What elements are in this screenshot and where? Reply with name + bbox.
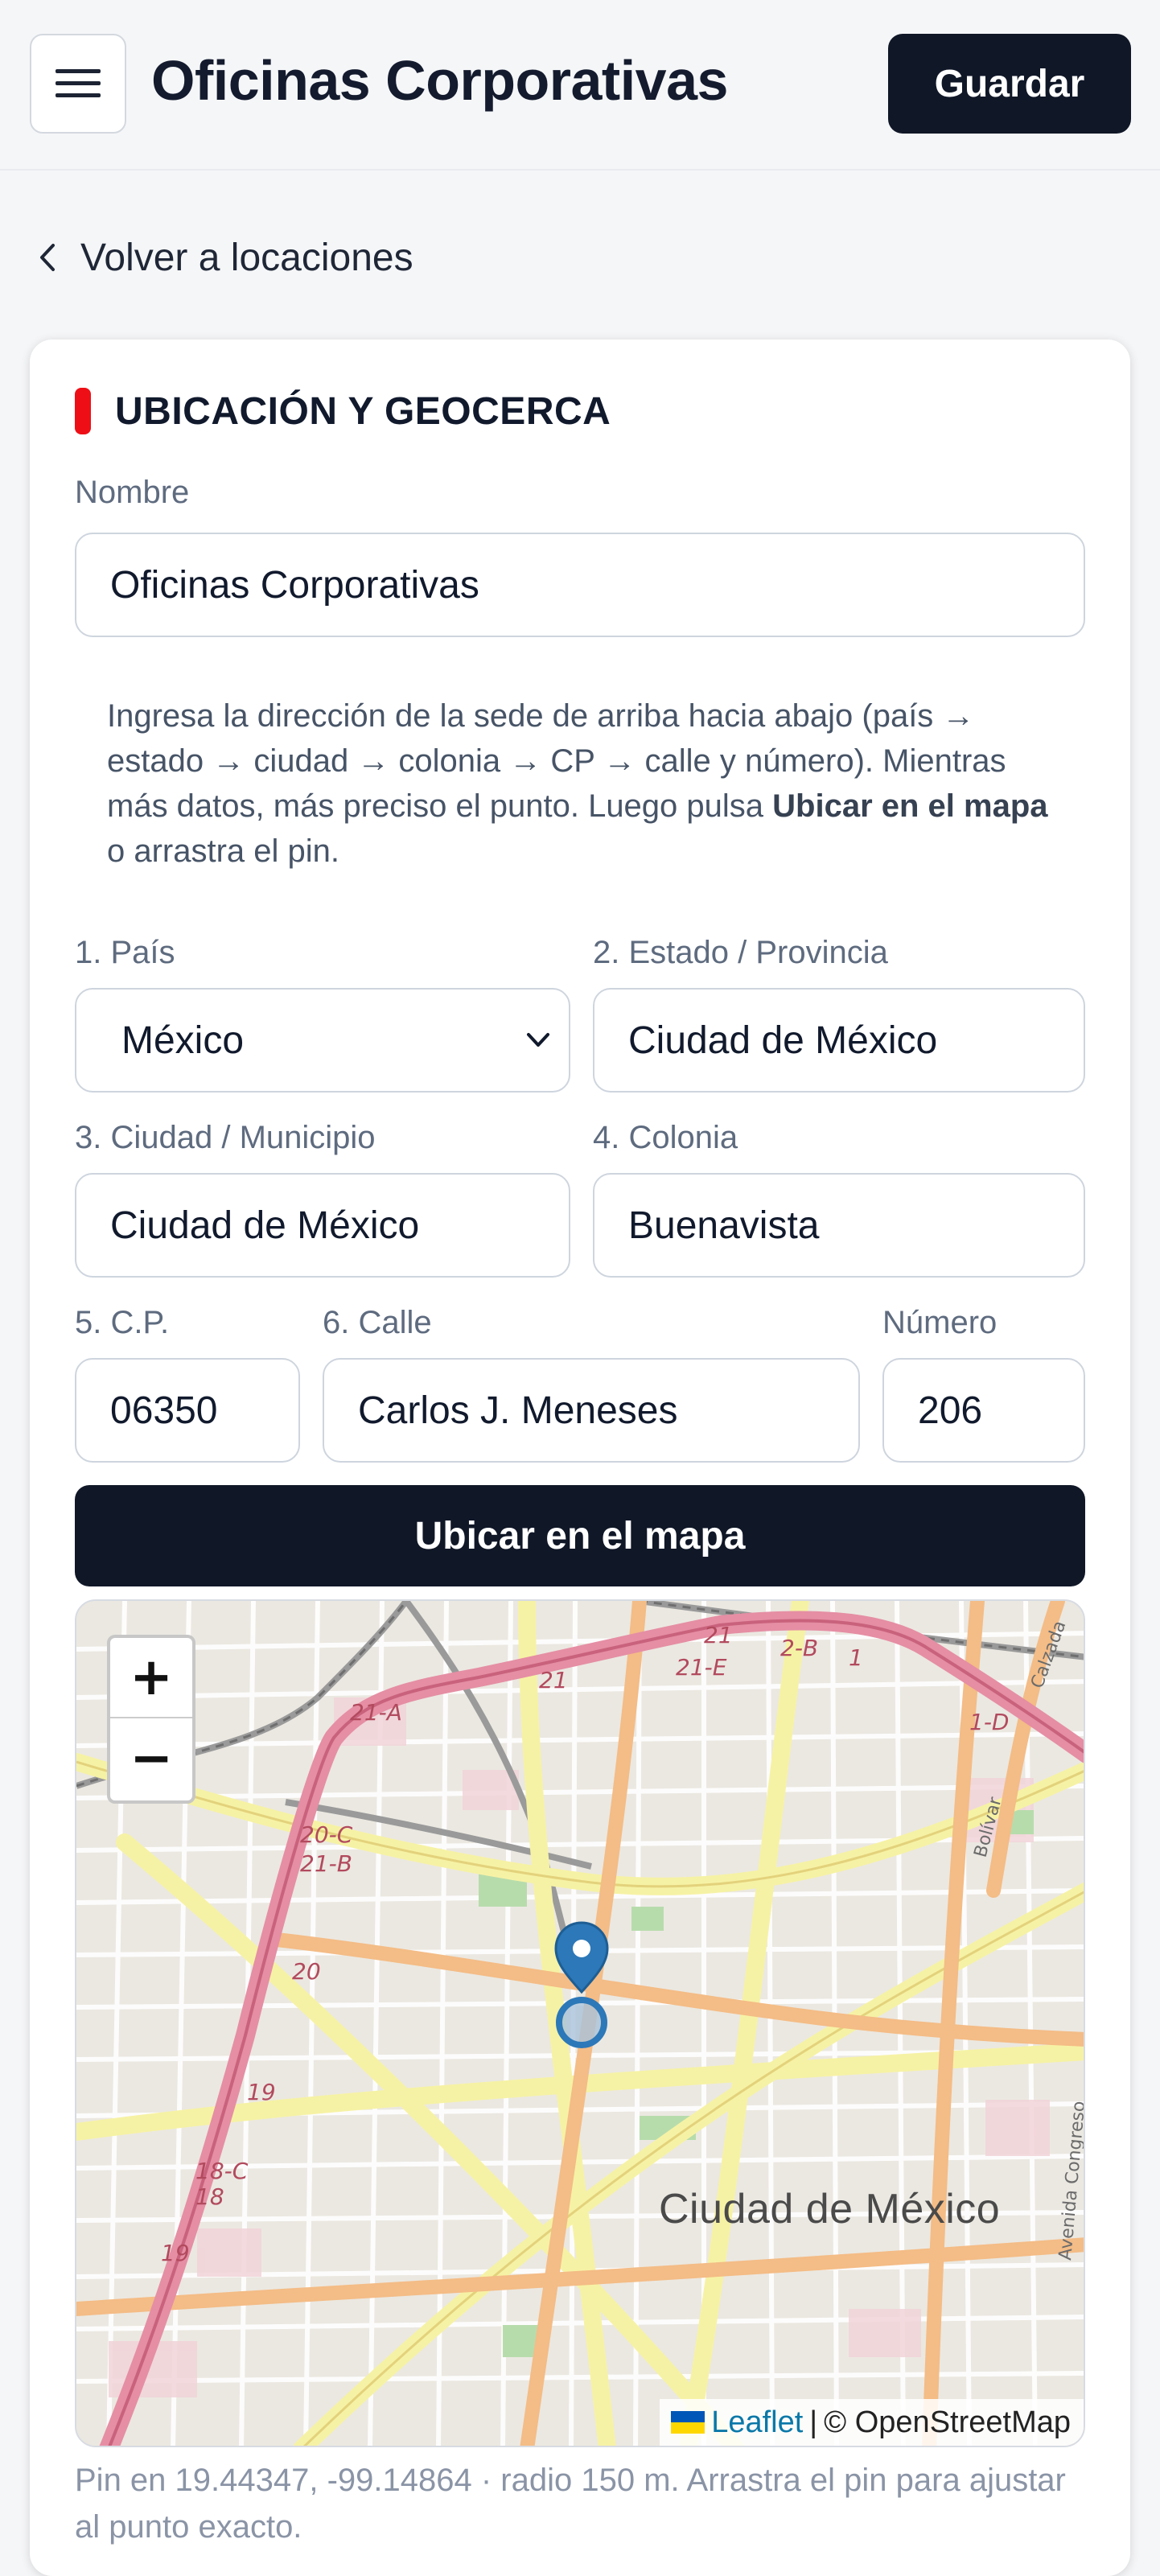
helper-text-bold: Ubicar en el mapa: [772, 788, 1048, 824]
road-label-18: 18: [195, 2183, 224, 2210]
colony-label: 4. Colonia: [593, 1120, 738, 1155]
menu-button[interactable]: [30, 34, 126, 134]
number-label: Número: [882, 1305, 998, 1340]
road-label-19-south: 19: [161, 2240, 190, 2266]
colony-input[interactable]: Buenavista: [593, 1173, 1085, 1278]
location-card: UBICACIÓN Y GEOCERCA Nombre Oficinas Cor…: [30, 339, 1130, 2576]
street-input[interactable]: Carlos J. Meneses: [323, 1358, 860, 1463]
helper-text-suffix: o arrastra el pin.: [107, 833, 340, 869]
road-label-1-d: 1-D: [969, 1709, 1009, 1735]
country-label: 1. País: [75, 935, 175, 970]
road-label-1: 1: [849, 1644, 863, 1671]
chevron-down-icon: [527, 1033, 549, 1047]
road-label-21-b-ring: 21: [539, 1667, 568, 1693]
map-city-label: Ciudad de México: [659, 2186, 1001, 2232]
hamburger-menu-icon: [56, 69, 101, 97]
state-label: 2. Estado / Provincia: [593, 935, 888, 970]
city-label: 3. Ciudad / Municipio: [75, 1120, 376, 1155]
road-label-21-a: 21-A: [350, 1699, 402, 1726]
chevron-left-icon: [40, 244, 55, 271]
map-view[interactable]: 21 21-E 2-B 1 21-A 21 20-C 21-B 20 19 18…: [75, 1599, 1085, 2447]
map-tiles[interactable]: 21 21-E 2-B 1 21-A 21 20-C 21-B 20 19 18…: [76, 1601, 1085, 2447]
country-select-value: México: [121, 1018, 245, 1062]
zoom-in-button[interactable]: +: [110, 1638, 192, 1718]
back-to-locations-link[interactable]: Volver a locaciones: [37, 233, 413, 282]
road-label-21-b: 21-B: [300, 1850, 352, 1877]
street-label: 6. Calle: [323, 1305, 432, 1340]
top-header: Oficinas Corporativas Guardar: [0, 0, 1160, 171]
road-label-18-c: 18-C: [195, 2158, 249, 2184]
zoom-out-button[interactable]: −: [110, 1718, 192, 1799]
ukraine-flag-icon: [671, 2411, 705, 2434]
number-input[interactable]: 206: [882, 1358, 1085, 1463]
zip-label: 5. C.P.: [75, 1305, 170, 1340]
leaflet-link[interactable]: Leaflet: [711, 2405, 803, 2440]
state-input[interactable]: Ciudad de México: [593, 988, 1085, 1093]
country-select[interactable]: México: [75, 988, 570, 1093]
save-button[interactable]: Guardar: [888, 34, 1131, 134]
road-label-21: 21: [704, 1622, 733, 1648]
road-label-2-b: 2-B: [780, 1635, 818, 1661]
map-caption: Pin en 19.44347, -99.14864 · radio 150 m…: [75, 2463, 1066, 2545]
back-link-label: Volver a locaciones: [80, 236, 413, 279]
name-label: Nombre: [75, 475, 190, 510]
road-label-21-e: 21-E: [676, 1654, 727, 1681]
section-title: UBICACIÓN Y GEOCERCA: [115, 389, 611, 433]
section-accent-bar: [75, 388, 91, 434]
locate-on-map-button[interactable]: Ubicar en el mapa: [75, 1485, 1085, 1586]
name-input[interactable]: Oficinas Corporativas: [75, 533, 1085, 637]
address-helper-text: Ingresa la dirección de la sede de arrib…: [107, 693, 1072, 874]
map-attribution: Leaflet | © OpenStreetMap: [660, 2399, 1084, 2446]
page-title: Oficinas Corporativas: [151, 49, 728, 112]
road-label-20-c: 20-C: [300, 1821, 353, 1848]
zip-input[interactable]: 06350: [75, 1358, 300, 1463]
city-input[interactable]: Ciudad de México: [75, 1173, 570, 1278]
attribution-separator: |: [809, 2405, 818, 2439]
road-label-19: 19: [247, 2079, 276, 2105]
zoom-control: + −: [107, 1635, 195, 1804]
section-header: UBICACIÓN Y GEOCERCA: [75, 388, 611, 434]
osm-attribution[interactable]: © OpenStreetMap: [824, 2405, 1071, 2440]
road-label-20: 20: [292, 1958, 321, 1985]
